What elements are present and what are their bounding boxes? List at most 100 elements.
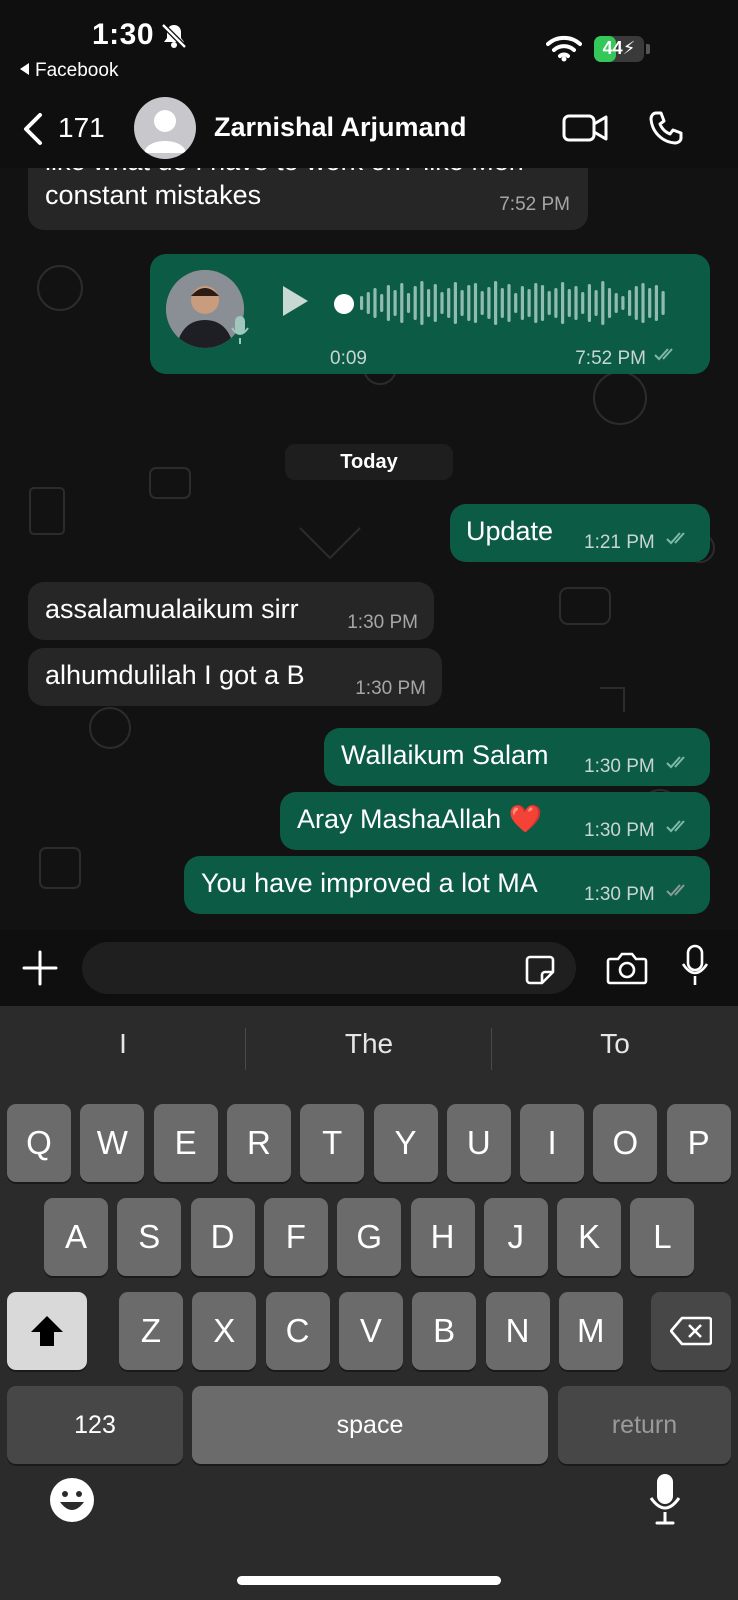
key-a[interactable]: A — [44, 1198, 108, 1276]
home-indicator[interactable] — [237, 1576, 501, 1585]
waveform-bar — [567, 289, 571, 317]
key-o[interactable]: O — [593, 1104, 658, 1182]
waveform-bar — [574, 286, 578, 320]
return-key[interactable]: return — [558, 1386, 731, 1464]
key-r[interactable]: R — [226, 1104, 291, 1182]
waveform-bar — [547, 291, 551, 315]
unread-count[interactable]: 171 — [58, 112, 105, 144]
plus-icon[interactable] — [22, 950, 58, 986]
back-to-app-link[interactable]: Facebook — [20, 60, 118, 82]
waveform-bar — [487, 287, 491, 319]
waveform-bar — [507, 284, 511, 322]
key-e[interactable]: E — [153, 1104, 218, 1182]
key-m[interactable]: M — [558, 1292, 623, 1370]
contact-name[interactable]: Zarnishal Arjumand — [214, 112, 467, 143]
waveform-bar — [621, 296, 625, 310]
space-key[interactable]: space — [192, 1386, 548, 1464]
key-s[interactable]: S — [117, 1198, 182, 1276]
back-triangle-icon — [20, 63, 29, 75]
waveform-bar — [447, 288, 451, 318]
play-icon[interactable] — [280, 284, 310, 318]
dictation-mic-icon[interactable] — [648, 1472, 682, 1528]
microphone-icon[interactable] — [680, 944, 710, 988]
predictive-bar: I The To — [0, 1006, 738, 1096]
waveform-bar — [520, 286, 524, 320]
voice-duration: 0:09 — [330, 348, 367, 369]
message-text: alhumdulilah I got a B — [45, 660, 305, 690]
back-app-label: Facebook — [35, 60, 119, 81]
key-h[interactable]: H — [410, 1198, 475, 1276]
delivered-receipt-icon — [666, 884, 685, 897]
message-time: 1:30 PM — [584, 756, 655, 777]
key-y[interactable]: Y — [373, 1104, 438, 1182]
key-p[interactable]: P — [666, 1104, 731, 1182]
message-bubble-incoming[interactable]: like what do I have to work on? like Mer… — [28, 168, 588, 230]
chat-header: 171 Zarnishal Arjumand — [0, 90, 738, 168]
key-n[interactable]: N — [485, 1292, 550, 1370]
numbers-key[interactable]: 123 — [7, 1386, 183, 1464]
waveform-bar — [648, 288, 652, 318]
waveform-bar — [373, 288, 377, 318]
waveform-bar — [581, 292, 585, 314]
message-bubble-outgoing[interactable]: Aray MashaAllah ❤️ 1:30 PM — [280, 792, 710, 850]
delete-key[interactable] — [651, 1292, 731, 1370]
waveform-bar — [413, 286, 417, 320]
message-bubble-outgoing[interactable]: You have improved a lot MA 1:30 PM — [184, 856, 710, 914]
message-text: You have improved a lot MA — [201, 868, 538, 898]
key-i[interactable]: I — [520, 1104, 585, 1182]
key-b[interactable]: B — [412, 1292, 477, 1370]
sticker-icon[interactable] — [524, 954, 556, 986]
key-x[interactable]: X — [192, 1292, 257, 1370]
waveform-bar — [480, 291, 484, 315]
message-time: 1:30 PM — [584, 884, 655, 905]
message-text: Update — [466, 516, 554, 546]
key-z[interactable]: Z — [119, 1292, 183, 1370]
key-c[interactable]: C — [265, 1292, 330, 1370]
voice-scrubber-dot[interactable] — [334, 294, 354, 314]
suggestion[interactable]: The — [246, 1028, 492, 1060]
message-bubble-outgoing[interactable]: Wallaikum Salam 1:30 PM — [324, 728, 710, 786]
key-k[interactable]: K — [557, 1198, 622, 1276]
shift-icon — [31, 1316, 63, 1346]
message-text: like what do I have to work on? like Mer… — [45, 168, 524, 178]
default-avatar-icon — [144, 110, 186, 153]
key-t[interactable]: T — [300, 1104, 365, 1182]
emoji-icon[interactable] — [48, 1476, 96, 1524]
message-bubble-incoming[interactable]: assalamualaikum sirr 1:30 PM — [28, 582, 434, 640]
shift-key[interactable] — [7, 1292, 87, 1370]
voice-message-bubble[interactable]: 0:09 7:52 PM — [150, 254, 710, 374]
message-time: 7:52 PM — [575, 348, 646, 369]
message-bubble-outgoing[interactable]: Update 1:21 PM — [450, 504, 710, 562]
message-text: assalamualaikum sirr — [45, 594, 299, 624]
key-j[interactable]: J — [483, 1198, 548, 1276]
key-d[interactable]: D — [190, 1198, 255, 1276]
waveform-bar — [460, 290, 464, 316]
key-q[interactable]: Q — [7, 1104, 71, 1182]
key-u[interactable]: U — [446, 1104, 511, 1182]
key-l[interactable]: L — [630, 1198, 695, 1276]
waveform-bar — [534, 283, 538, 323]
waveform-bar — [514, 293, 518, 313]
key-g[interactable]: G — [337, 1198, 402, 1276]
message-bubble-incoming[interactable]: alhumdulilah I got a B 1:30 PM — [28, 648, 442, 706]
chevron-left-icon[interactable] — [20, 112, 46, 146]
avatar[interactable] — [134, 97, 196, 159]
voice-waveform[interactable] — [330, 278, 680, 328]
waveform-bar — [607, 288, 612, 318]
waveform-bar — [400, 283, 404, 323]
message-time: 1:30 PM — [584, 820, 655, 841]
key-v[interactable]: V — [338, 1292, 403, 1370]
waveform-bar — [641, 283, 645, 323]
suggestion[interactable]: To — [492, 1028, 738, 1060]
phone-icon[interactable] — [648, 110, 684, 146]
read-receipt-icon — [666, 756, 685, 769]
key-f[interactable]: F — [263, 1198, 328, 1276]
suggestion[interactable]: I — [0, 1028, 246, 1060]
key-w[interactable]: W — [80, 1104, 145, 1182]
video-camera-icon[interactable] — [562, 112, 608, 144]
camera-icon[interactable] — [606, 950, 648, 986]
message-input[interactable] — [82, 942, 576, 994]
message-time: 1:30 PM — [355, 678, 426, 699]
waveform-bar — [467, 285, 471, 321]
chat-area[interactable]: like what do I have to work on? like Mer… — [0, 168, 738, 930]
